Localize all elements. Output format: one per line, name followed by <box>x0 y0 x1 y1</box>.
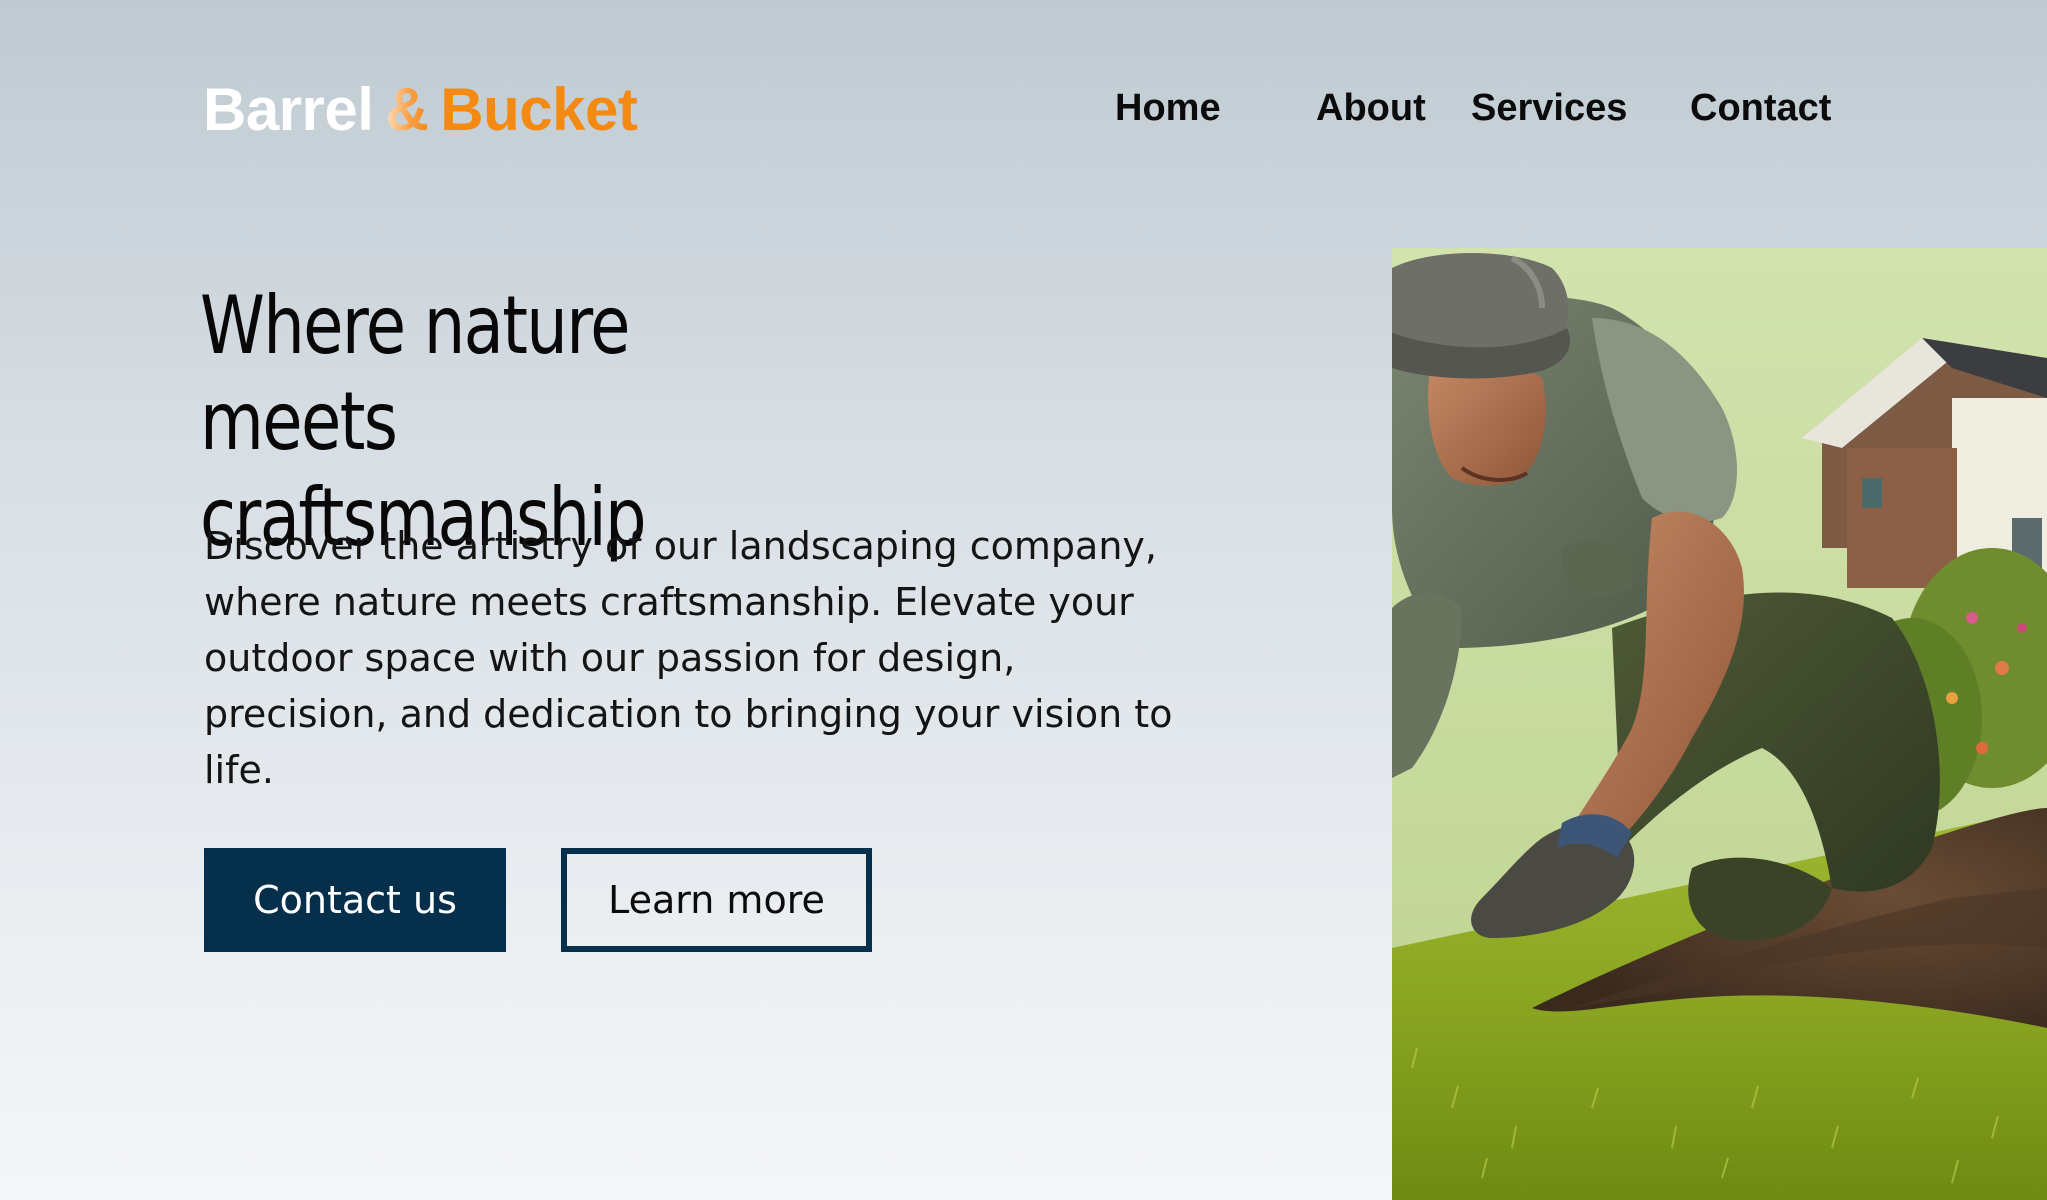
landscaper-photo <box>1392 248 2047 1200</box>
nav-link-about[interactable]: About <box>1316 80 1426 136</box>
nav-link-contact[interactable]: Contact <box>1690 80 1831 136</box>
brand-name-part2: Bucket <box>440 75 638 143</box>
learn-more-button[interactable]: Learn more <box>561 848 872 952</box>
landscaper-illustration <box>1392 248 2047 1200</box>
nav-link-services[interactable]: Services <box>1471 80 1627 136</box>
brand-ampersand: & <box>385 75 429 143</box>
brand-name-part1: Barrel <box>203 75 374 143</box>
brand-logo[interactable]: Barrel & Bucket <box>203 74 638 144</box>
contact-us-button[interactable]: Contact us <box>204 848 506 952</box>
nav-link-home[interactable]: Home <box>1115 80 1221 136</box>
hero-description: Discover the artistry of our landscaping… <box>204 524 1173 792</box>
